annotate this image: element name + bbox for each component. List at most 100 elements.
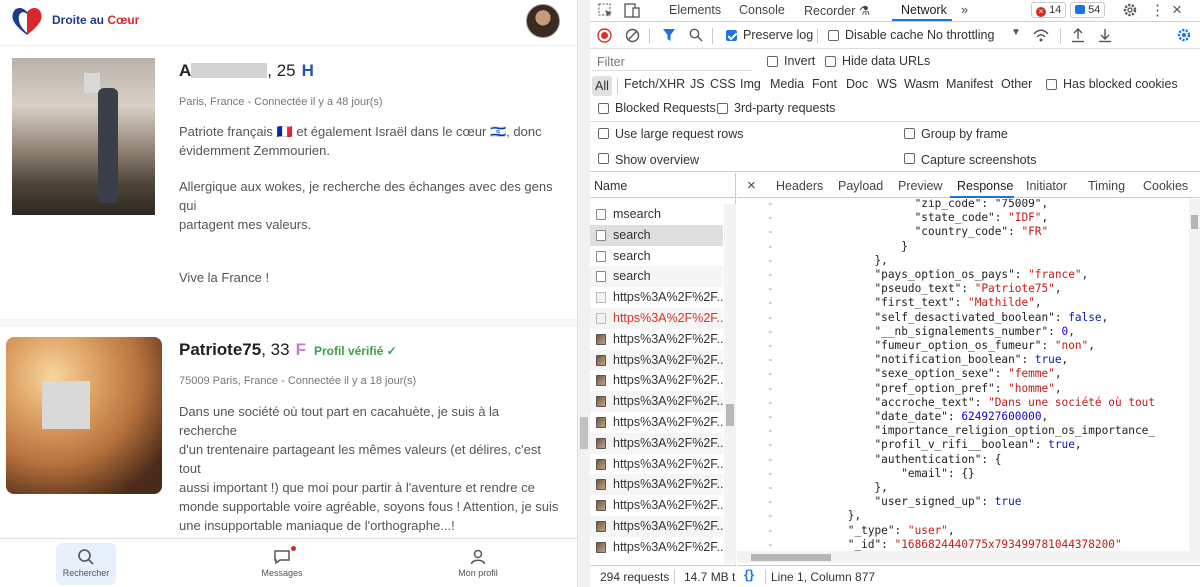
message-count-badge[interactable]: 54: [1070, 2, 1106, 18]
preserve-log-label: Preserve log: [743, 28, 814, 42]
scrollbar-thumb[interactable]: [726, 404, 734, 426]
group-by-frame-checkbox[interactable]: [904, 128, 915, 139]
inspect-element-icon[interactable]: [598, 3, 613, 18]
line-gutter: -: [767, 339, 774, 352]
type-css[interactable]: CSS: [710, 77, 736, 91]
avatar[interactable]: [526, 4, 560, 38]
import-har-icon[interactable]: [1071, 27, 1085, 43]
record-stop-icon[interactable]: [597, 28, 612, 43]
tab-response[interactable]: Response: [957, 179, 1013, 193]
scrollbar-thumb[interactable]: [751, 554, 831, 561]
request-row[interactable]: https%3A%2F%2F...: [590, 537, 723, 558]
request-name: https%3A%2F%2F...: [613, 331, 723, 346]
request-row[interactable]: https%3A%2F%2F...: [590, 349, 723, 371]
profile-card[interactable]: Patriote75, 33 F Profil vérifié ✓ 75009 Pa…: [0, 327, 577, 537]
request-row[interactable]: msearch: [590, 204, 723, 225]
profile-title[interactable]: Patriote75, 33 F Profil vérifié ✓: [179, 340, 397, 360]
request-row[interactable]: https%3A%2F%2F...: [590, 515, 723, 537]
request-row[interactable]: https%3A%2F%2F...: [590, 307, 723, 329]
profile-photo[interactable]: [12, 58, 155, 215]
type-manifest[interactable]: Manifest: [946, 77, 993, 91]
has-blocked-cookies-checkbox[interactable]: [1046, 79, 1057, 90]
filter-input[interactable]: Filter: [597, 55, 625, 69]
kebab-menu-icon[interactable]: ⋮: [1150, 1, 1165, 19]
response-vertical-scrollbar[interactable]: [1189, 199, 1200, 551]
device-toolbar-icon[interactable]: [624, 3, 640, 18]
tab-network[interactable]: Network: [901, 3, 947, 17]
request-row[interactable]: https%3A%2F%2F...: [590, 432, 723, 454]
third-party-checkbox[interactable]: [717, 103, 728, 114]
preserve-log-checkbox[interactable]: [726, 30, 737, 41]
large-rows-checkbox[interactable]: [598, 128, 609, 139]
error-count-badge[interactable]: × 14: [1031, 2, 1067, 18]
type-font[interactable]: Font: [812, 77, 837, 91]
request-list-scrollbar[interactable]: [724, 204, 736, 564]
request-row[interactable]: https%3A%2F%2F...: [590, 495, 723, 516]
request-row[interactable]: search: [590, 266, 723, 288]
pretty-print-icon[interactable]: {}: [744, 567, 754, 582]
request-count: 294 requests: [600, 570, 670, 584]
scrollbar-thumb[interactable]: [1191, 215, 1198, 229]
hide-data-urls-checkbox[interactable]: [825, 56, 836, 67]
request-row[interactable]: https%3A%2F%2F...: [590, 391, 723, 412]
invert-checkbox[interactable]: [767, 56, 778, 67]
request-row[interactable]: search: [590, 246, 723, 267]
request-row[interactable]: https%3A%2F%2F...: [590, 287, 723, 308]
show-overview-checkbox[interactable]: [598, 153, 609, 164]
line-gutter: -: [767, 424, 774, 438]
tab-initiator[interactable]: Initiator: [1026, 179, 1067, 193]
filter-funnel-icon[interactable]: [662, 28, 676, 42]
heart-logo-icon[interactable]: [10, 5, 44, 37]
type-other[interactable]: Other: [1001, 77, 1032, 91]
tab-preview[interactable]: Preview: [898, 179, 942, 193]
chevron-down-icon[interactable]: ▼: [1011, 27, 1021, 38]
clear-icon[interactable]: [625, 28, 640, 43]
network-settings-gear-icon[interactable]: [1176, 27, 1192, 43]
tab-payload[interactable]: Payload: [838, 179, 883, 193]
profile-photo[interactable]: [6, 337, 162, 494]
type-wasm[interactable]: Wasm: [904, 77, 939, 91]
disable-cache-checkbox[interactable]: [828, 30, 839, 41]
type-all[interactable]: All: [592, 76, 612, 96]
request-row[interactable]: https%3A%2F%2F...: [590, 412, 723, 433]
close-detail-icon[interactable]: ×: [747, 177, 756, 194]
nav-profile-button[interactable]: Mon profil: [448, 543, 508, 585]
tab-elements[interactable]: Elements: [669, 3, 721, 17]
request-row[interactable]: https%3A%2F%2F...: [590, 329, 723, 350]
request-row[interactable]: https%3A%2F%2F...: [590, 370, 723, 391]
more-tabs-button[interactable]: »: [961, 3, 968, 17]
profile-card[interactable]: A , 25 H Paris, France - Connectée il y a …: [0, 46, 577, 319]
nav-search-button[interactable]: Rechercher: [56, 543, 116, 585]
type-js[interactable]: JS: [690, 77, 705, 91]
tab-recorder[interactable]: Recorder ⚗: [804, 3, 870, 18]
close-icon[interactable]: ×: [1172, 0, 1182, 20]
type-media[interactable]: Media: [770, 77, 804, 91]
throttling-select[interactable]: No throttling: [927, 28, 994, 42]
name-column-header[interactable]: Name: [590, 173, 736, 198]
splitter-grip[interactable]: [580, 417, 588, 449]
tab-cookies[interactable]: Cookies: [1143, 179, 1188, 193]
panel-splitter[interactable]: [577, 0, 590, 587]
tab-console[interactable]: Console: [739, 3, 785, 17]
brand-name[interactable]: Droite au Cœur: [52, 13, 139, 27]
capture-screenshots-checkbox[interactable]: [904, 153, 915, 164]
tab-timing[interactable]: Timing: [1088, 179, 1125, 193]
nav-messages-button[interactable]: Messages: [252, 543, 312, 585]
network-conditions-icon[interactable]: [1032, 28, 1050, 43]
export-har-icon[interactable]: [1098, 27, 1112, 43]
profile-title[interactable]: A , 25 H: [179, 61, 314, 81]
response-body[interactable]: - "zip_code": "75009", - "state_code": "I…: [737, 199, 1189, 551]
blocked-requests-checkbox[interactable]: [598, 103, 609, 114]
request-row[interactable]: https%3A%2F%2F...: [590, 454, 723, 475]
response-horizontal-scrollbar[interactable]: [737, 551, 1200, 563]
type-ws[interactable]: WS: [877, 77, 897, 91]
type-fetch-xhr[interactable]: Fetch/XHR: [624, 77, 685, 91]
gear-icon[interactable]: [1122, 2, 1138, 18]
type-doc[interactable]: Doc: [846, 77, 868, 91]
code-token: },: [781, 481, 888, 494]
search-icon[interactable]: [689, 28, 703, 42]
tab-headers[interactable]: Headers: [776, 179, 823, 193]
request-row[interactable]: https%3A%2F%2F...: [590, 474, 723, 496]
type-img[interactable]: Img: [740, 77, 761, 91]
request-row[interactable]: search: [590, 224, 723, 246]
